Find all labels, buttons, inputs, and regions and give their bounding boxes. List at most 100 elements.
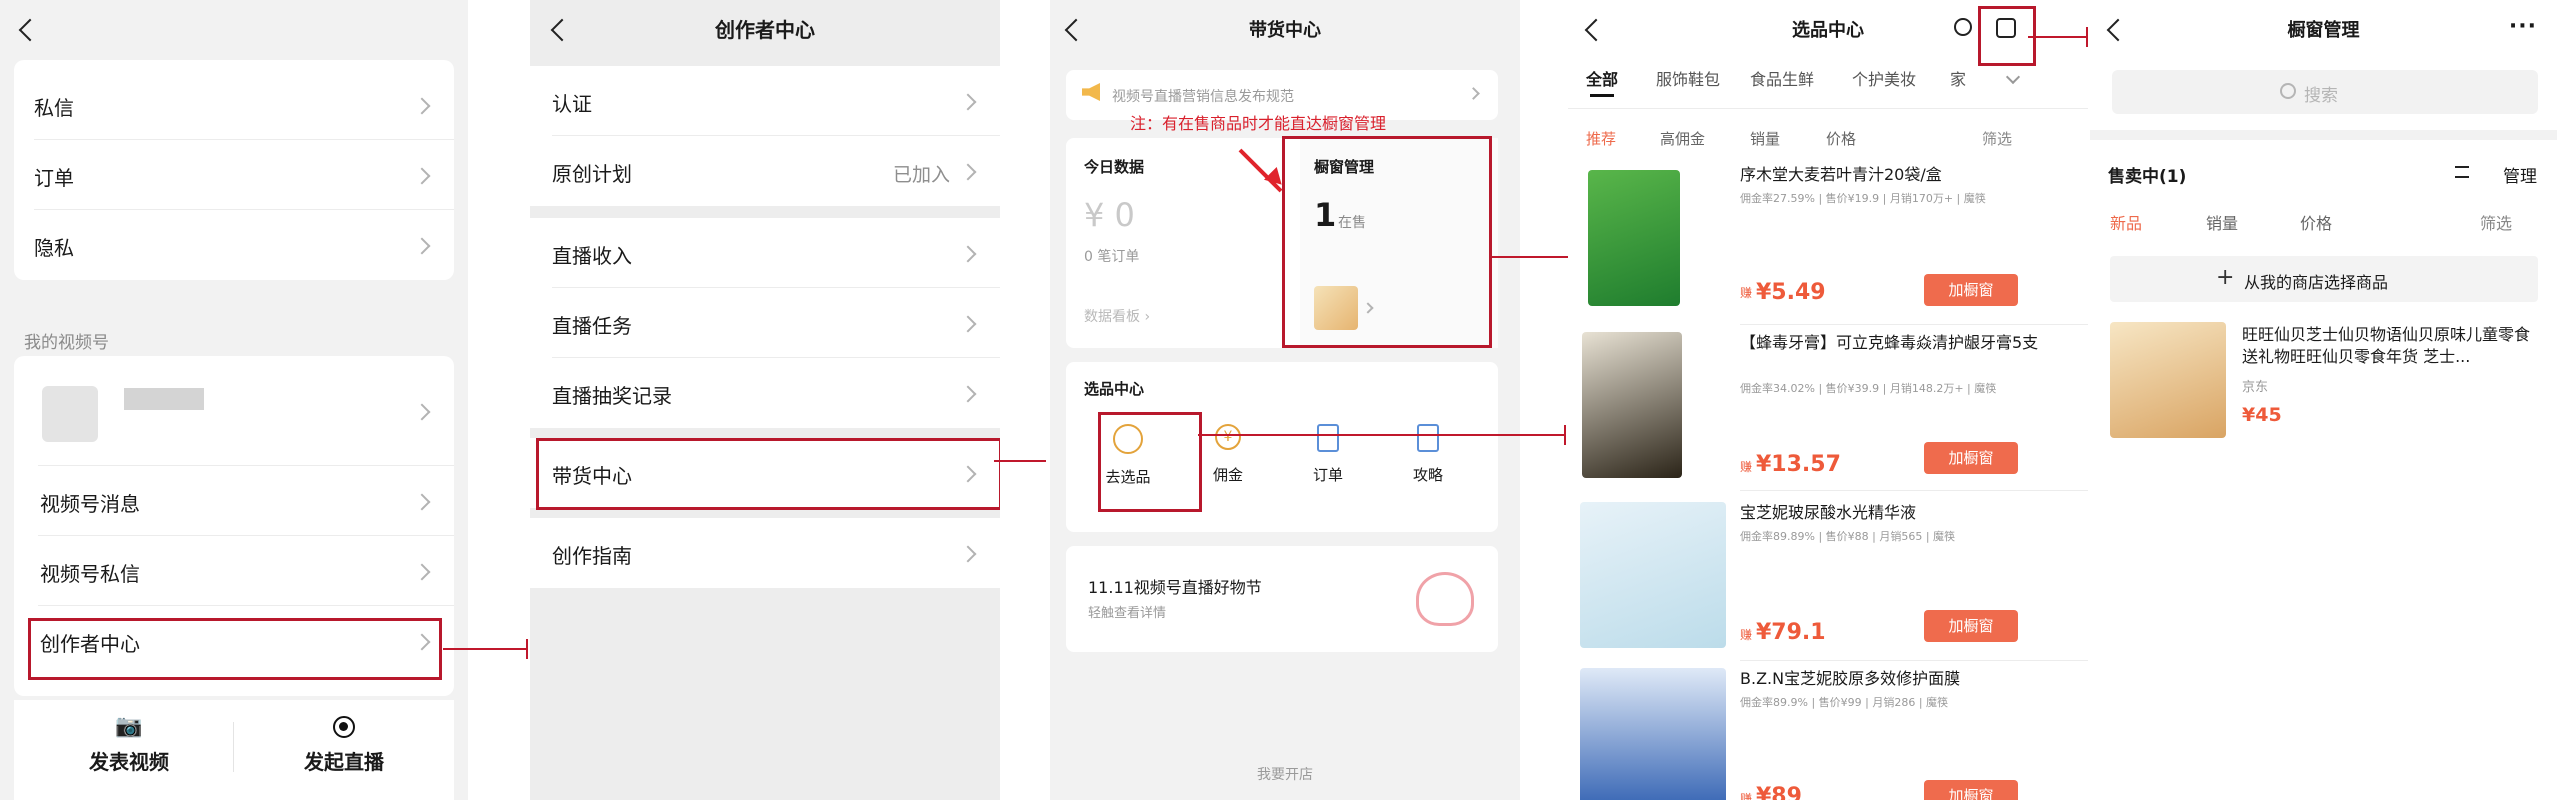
status-badge: 已加入: [892, 164, 950, 186]
chevron-right-icon: [959, 93, 977, 111]
panel-product-selection: 选品中心 全部 服饰鞋包 食品生鲜 个护美妆 家 推荐 高佣金 销量 价格 筛选…: [1568, 0, 2088, 800]
post-video-button[interactable]: 📷 发表视频: [54, 712, 204, 782]
more-icon[interactable]: ···: [2509, 14, 2537, 39]
connector-cap: [1564, 425, 1566, 445]
orders-button[interactable]: 订单: [1286, 424, 1370, 504]
product-image: [1580, 668, 1726, 800]
panel-profile: 私信 订单 隐私 我的视频号 视频号消息 视频号私信 创作者中心 📷 发表视频 …: [0, 0, 468, 800]
today-amount: ¥ 0: [1084, 196, 1135, 234]
product-image: [1580, 502, 1726, 648]
filter-button[interactable]: 筛选: [2480, 210, 2512, 234]
add-to-window-button[interactable]: 加橱窗: [1924, 274, 2018, 306]
live-record-icon: [333, 716, 355, 738]
add-from-shop-button[interactable]: + 从我的商店选择商品: [2110, 256, 2538, 302]
promo-card[interactable]: 11.11视频号直播好物节 轻触查看详情: [1066, 546, 1498, 652]
today-orders: 0 笔订单: [1084, 249, 1140, 265]
search-input[interactable]: 搜索: [2304, 81, 2338, 106]
open-shop-link[interactable]: 我要开店: [1050, 764, 1520, 784]
list-icon: [2455, 166, 2469, 178]
sort-bar: 推荐 高佣金 销量 价格 筛选: [1568, 126, 2088, 156]
highlight-window: [1282, 136, 1492, 348]
tab-home[interactable]: 家: [1950, 66, 1966, 90]
item-lottery-records[interactable]: 直播抽奖记录: [530, 358, 1000, 428]
add-to-window-button[interactable]: 加橱窗: [1924, 610, 2018, 642]
menu-item-orders[interactable]: 订单: [14, 140, 454, 210]
megaphone-icon: [1082, 83, 1100, 101]
item-original-plan[interactable]: 原创计划 已加入: [530, 136, 1000, 206]
window-list: 售卖中(1) 管理 新品 销量 价格 筛选 + 从我的商店选择商品 旺旺仙贝芝士…: [2090, 140, 2557, 800]
sort-high-commission[interactable]: 高佣金: [1660, 128, 1705, 149]
add-to-window-button[interactable]: 加橱窗: [1924, 780, 2018, 800]
product-item[interactable]: 【蜂毒牙膏】可立克蜂毒焱清护龈牙膏5支 佣金率34.02% | 售价¥39.9 …: [1568, 328, 2088, 488]
page-title: 橱窗管理: [2287, 20, 2360, 41]
item-creation-guide[interactable]: 创作指南: [530, 518, 1000, 588]
filter-button[interactable]: 筛选: [1982, 128, 2012, 149]
plus-icon: +: [2216, 265, 2235, 290]
sort-price[interactable]: 价格: [2300, 210, 2332, 234]
add-to-window-button[interactable]: 加橱窗: [1924, 442, 2018, 474]
item-live-tasks[interactable]: 直播任务: [530, 288, 1000, 358]
page-title: 带货中心: [1249, 20, 1321, 41]
connector-line: [994, 460, 1046, 462]
start-live-button[interactable]: 发起直播: [264, 712, 424, 782]
sort-recommended[interactable]: 推荐: [1586, 128, 1616, 149]
promo-illustration: [1416, 572, 1474, 626]
search-icon[interactable]: [1954, 18, 1972, 36]
item-live-income[interactable]: 直播收入: [530, 218, 1000, 288]
tab-food[interactable]: 食品生鲜: [1750, 66, 1814, 90]
guide-button[interactable]: 攻略: [1386, 424, 1470, 504]
search-icon: [2280, 83, 2296, 99]
chevron-right-icon: [959, 245, 977, 263]
product-item[interactable]: B.Z.N宝芝妮胶原多效修护面膜 佣金率89.9% | 售价¥99 | 月销28…: [1568, 664, 2088, 800]
section-title: 我的视频号: [24, 333, 109, 353]
item-verification[interactable]: 认证: [530, 66, 1000, 136]
product-item[interactable]: 宝芝妮玻尿酸水光精华液 佣金率89.89% | 售价¥88 | 月销565 | …: [1568, 498, 2088, 658]
sort-sales[interactable]: 销量: [1750, 128, 1780, 149]
menu-card: 私信 订单 隐私: [14, 60, 454, 280]
channel-item-private-messages[interactable]: 视频号私信: [14, 536, 454, 606]
bottom-actions: 📷 发表视频 发起直播: [14, 700, 454, 800]
chevron-right-icon: [959, 163, 977, 181]
channel-item-messages[interactable]: 视频号消息: [14, 466, 454, 536]
book-icon: [1417, 424, 1439, 452]
manage-button[interactable]: 管理: [2503, 162, 2537, 187]
product-image: [1582, 332, 1682, 478]
panel-window-management: 橱窗管理 ··· 搜索 售卖中(1) 管理 新品 销量 价格 筛选 + 从我的商…: [2090, 0, 2557, 800]
chevron-right-icon: [959, 315, 977, 333]
product-item[interactable]: 序木堂大麦若叶青汁20袋/盒 佣金率27.59% | 售价¥19.9 | 月销1…: [1568, 160, 2088, 320]
tab-beauty[interactable]: 个护美妆: [1852, 66, 1916, 90]
avatar: [42, 386, 98, 442]
menu-item-messages[interactable]: 私信: [14, 70, 454, 140]
coin-icon: ¥: [1215, 424, 1241, 450]
sort-new[interactable]: 新品: [2110, 210, 2142, 234]
product-image: [2110, 322, 2226, 438]
chevron-right-icon: [1467, 87, 1480, 100]
group-a: 认证 原创计划 已加入: [530, 66, 1000, 206]
on-sale-count: 售卖中(1): [2108, 167, 2187, 187]
highlight-select-products: [1098, 412, 1202, 512]
connector-line: [1198, 434, 1564, 436]
sort-price[interactable]: 价格: [1826, 128, 1856, 149]
chevron-right-icon: [413, 97, 431, 115]
sort-sales[interactable]: 销量: [2206, 210, 2238, 234]
connector-line: [443, 648, 527, 650]
chevron-down-icon[interactable]: [2005, 69, 2021, 85]
chevron-right-icon: [413, 493, 431, 511]
channel-header[interactable]: [14, 356, 454, 466]
camera-icon: 📷: [115, 714, 143, 739]
search-bar[interactable]: 搜索: [2112, 70, 2538, 114]
chevron-right-icon: [413, 563, 431, 581]
back-icon[interactable]: [18, 18, 42, 42]
group-d: 创作指南: [530, 518, 1000, 588]
window-product-item[interactable]: 旺旺仙贝芝士仙贝物语仙贝原味儿童零食送礼物旺旺仙贝零食年货 芝士... 京东 ¥…: [2090, 322, 2557, 442]
highlight-creator-center: [28, 618, 442, 680]
channel-name-blur: [124, 388, 204, 410]
today-data-label: 今日数据: [1084, 158, 1145, 176]
menu-item-privacy[interactable]: 隐私: [14, 210, 454, 280]
page-title: 创作者中心: [715, 18, 815, 42]
tab-apparel[interactable]: 服饰鞋包: [1656, 66, 1720, 90]
tab-all[interactable]: 全部: [1586, 66, 1618, 90]
dashboard-link[interactable]: 数据看板 ›: [1084, 306, 1150, 326]
order-list-icon: [1317, 424, 1339, 452]
chevron-right-icon: [413, 167, 431, 185]
